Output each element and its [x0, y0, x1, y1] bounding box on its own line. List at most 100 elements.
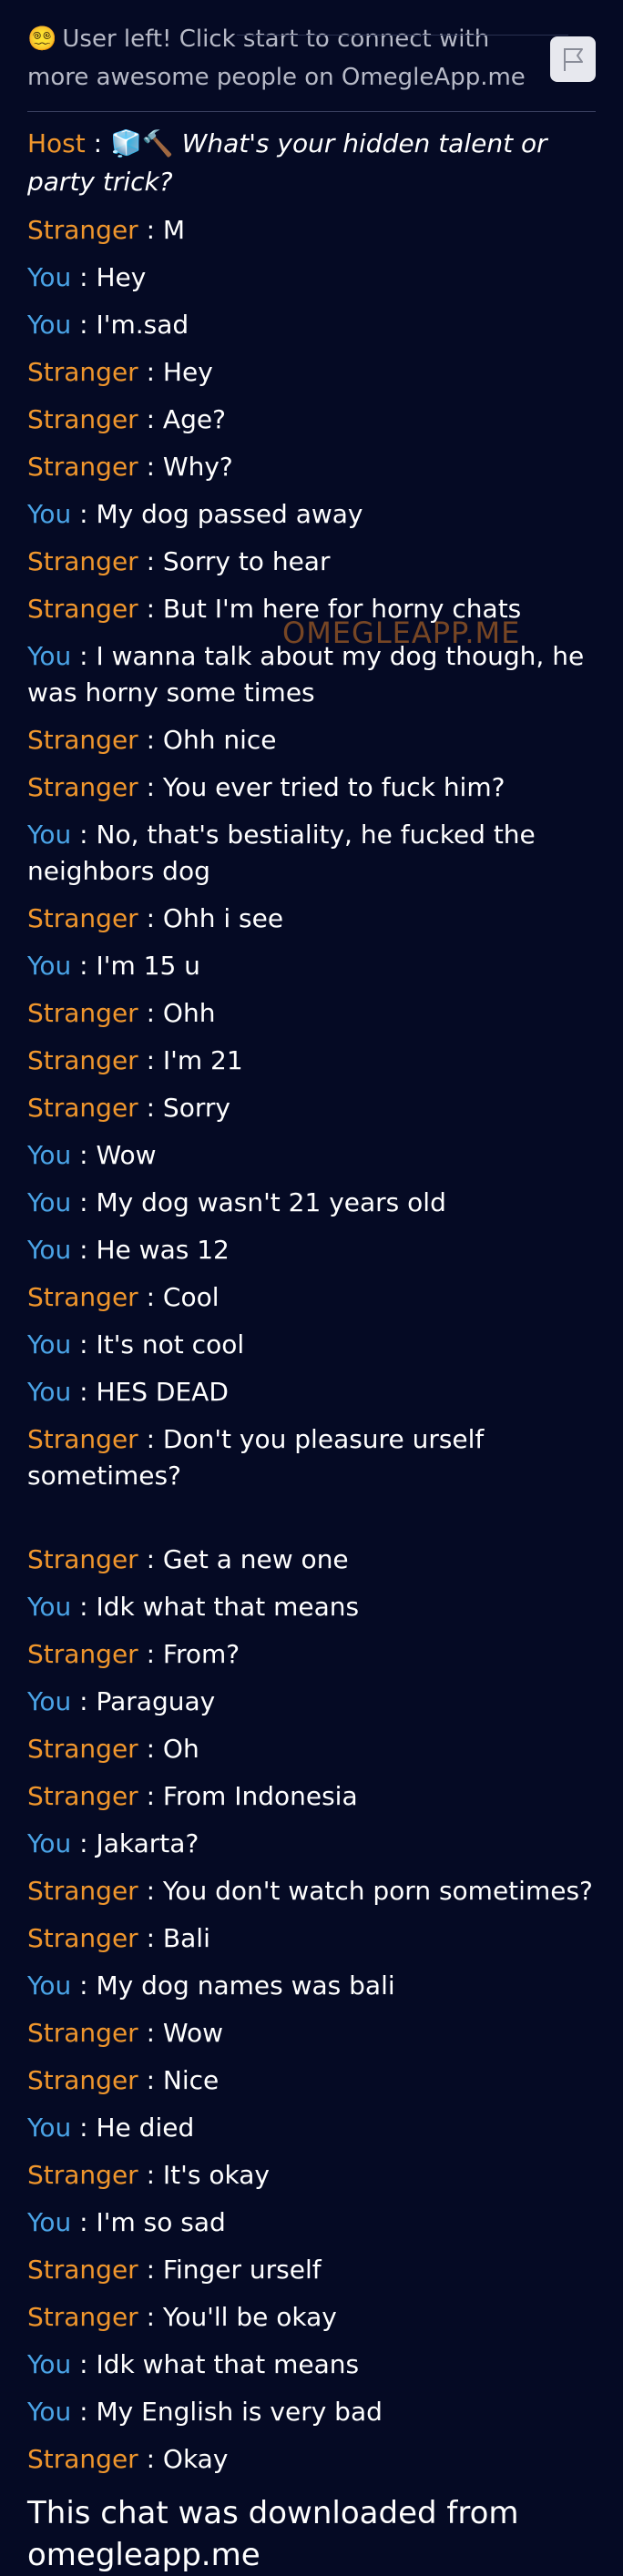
sender-you-label: You: [27, 820, 72, 850]
sender-stranger-label: Stranger: [27, 1781, 138, 1811]
message-separator: :: [138, 546, 163, 576]
message-text: I'm.sad: [96, 310, 189, 340]
sender-you-label: You: [27, 1140, 72, 1170]
message-separator: :: [138, 1045, 163, 1075]
sender-stranger-label: Stranger: [27, 452, 138, 482]
message-separator: :: [138, 1639, 163, 1669]
message-text: I'm so sad: [96, 2207, 226, 2237]
chat-log: 😵‍💫 User left! Click start to connect wit…: [0, 0, 623, 2573]
message-separator: :: [138, 772, 163, 802]
chat-message: You : Wow: [27, 1132, 596, 1179]
message-separator: :: [138, 357, 163, 387]
sender-stranger-label: Stranger: [27, 1282, 138, 1312]
message-text: I'm 15 u: [96, 951, 200, 981]
sender-stranger-label: Stranger: [27, 404, 138, 434]
message-text: HES DEAD: [96, 1377, 229, 1407]
chat-message: You : I wanna talk about my dog though, …: [27, 633, 596, 717]
message-text: Why?: [162, 452, 233, 482]
message-separator: :: [71, 820, 97, 850]
sender-stranger-label: Stranger: [27, 2018, 138, 2048]
message-text: Hey: [162, 357, 213, 387]
top-divider: [237, 35, 568, 36]
message-separator: :: [71, 2349, 97, 2379]
chat-message: You : He was 12: [27, 1227, 596, 1274]
flag-icon: [564, 48, 583, 71]
chat-message: Stranger : But I'm here for horny chats: [27, 585, 596, 633]
sender-stranger-label: Stranger: [27, 2255, 138, 2285]
chat-message: Stranger : You ever tried to fuck him?: [27, 764, 596, 811]
sender-you-label: You: [27, 1970, 72, 2001]
download-footer: This chat was downloaded from omegleapp.…: [27, 2495, 519, 2573]
report-flag-button[interactable]: [550, 36, 596, 82]
chat-message: Stranger : Hey: [27, 349, 596, 396]
chat-message: Stranger : From?: [27, 1631, 596, 1678]
message-text: Paraguay: [96, 1686, 216, 1716]
message-separator: :: [138, 1923, 163, 1953]
chat-message: You : I'm.sad: [27, 301, 596, 349]
message-text: Okay: [162, 2444, 229, 2474]
message-separator: :: [71, 1235, 97, 1265]
message-text: You ever tried to fuck him?: [162, 772, 506, 802]
chat-message: You : My dog passed away: [27, 491, 596, 538]
message-separator: :: [138, 1734, 163, 1764]
chat-message: You : I'm so sad: [27, 2199, 596, 2246]
message-text: My dog wasn't 21 years old: [96, 1187, 446, 1217]
sender-you-label: You: [27, 310, 72, 340]
chat-message: Stranger : Ohh i see: [27, 895, 596, 942]
message-text: Finger urself: [162, 2255, 322, 2285]
message-separator: :: [71, 262, 97, 292]
message-separator: :: [138, 998, 163, 1028]
message-separator: :: [138, 1282, 163, 1312]
message-separator: :: [71, 1187, 97, 1217]
message-text: Idk what that means: [96, 1592, 360, 1622]
sender-stranger-label: Stranger: [27, 1876, 138, 1906]
sender-you-label: You: [27, 1235, 72, 1265]
chat-message: Stranger : From Indonesia: [27, 1773, 596, 1820]
chat-message: Stranger : You don't watch porn sometime…: [27, 1868, 596, 1915]
message-separator: :: [71, 1828, 97, 1858]
message-separator: :: [138, 1876, 163, 1906]
chat-message: You : Jakarta?: [27, 1820, 596, 1868]
message-separator: :: [138, 1093, 163, 1123]
chat-message: Stranger : Okay: [27, 2436, 596, 2483]
message-separator: :: [138, 2444, 163, 2474]
sender-you-label: You: [27, 1329, 72, 1359]
sender-you-label: You: [27, 641, 72, 671]
message-text: From?: [162, 1639, 240, 1669]
chat-message: You : HES DEAD: [27, 1369, 596, 1416]
message-separator: :: [71, 1592, 97, 1622]
message-text: I'm 21: [162, 1045, 243, 1075]
status-divider: [27, 111, 596, 112]
sender-stranger-label: Stranger: [27, 1544, 138, 1574]
message-text: Ohh i see: [162, 903, 284, 933]
sender-you-label: You: [27, 262, 72, 292]
sender-you-label: You: [27, 1686, 72, 1716]
message-separator: :: [138, 2255, 163, 2285]
chat-message: Stranger : It's okay: [27, 2152, 596, 2199]
chat-message: You : My English is very bad: [27, 2388, 596, 2436]
sender-you-label: You: [27, 2397, 72, 2427]
sender-stranger-label: Stranger: [27, 998, 138, 1028]
sender-you-label: You: [27, 1377, 72, 1407]
chat-message: Stranger : Sorry to hear: [27, 538, 596, 585]
chat-message: Stranger : Sorry: [27, 1084, 596, 1132]
sender-stranger-label: Stranger: [27, 772, 138, 802]
message-separator: :: [71, 310, 97, 340]
chat-message: Stranger : Age?: [27, 396, 596, 443]
chat-message: You : My dog names was bali: [27, 1962, 596, 2010]
chat-message: Stranger : Cool: [27, 1274, 596, 1321]
sender-stranger-label: Stranger: [27, 1734, 138, 1764]
chat-message: Stranger : Ohh: [27, 990, 596, 1037]
sender-stranger-label: Stranger: [27, 1923, 138, 1953]
sender-stranger-label: Stranger: [27, 546, 138, 576]
chat-message: Stranger : Oh: [27, 1726, 596, 1773]
sender-stranger-label: Stranger: [27, 1639, 138, 1669]
message-text: You don't watch porn sometimes?: [162, 1876, 593, 1906]
chat-message: You : He died: [27, 2104, 596, 2152]
chat-message: Stranger : Don't you pleasure urself som…: [27, 1416, 596, 1500]
message-text: Get a new one: [162, 1544, 349, 1574]
chat-message: Stranger : Bali: [27, 1915, 596, 1962]
host-label: Host: [27, 128, 86, 158]
sender-you-label: You: [27, 2113, 72, 2143]
message-text: My English is very bad: [96, 2397, 383, 2427]
